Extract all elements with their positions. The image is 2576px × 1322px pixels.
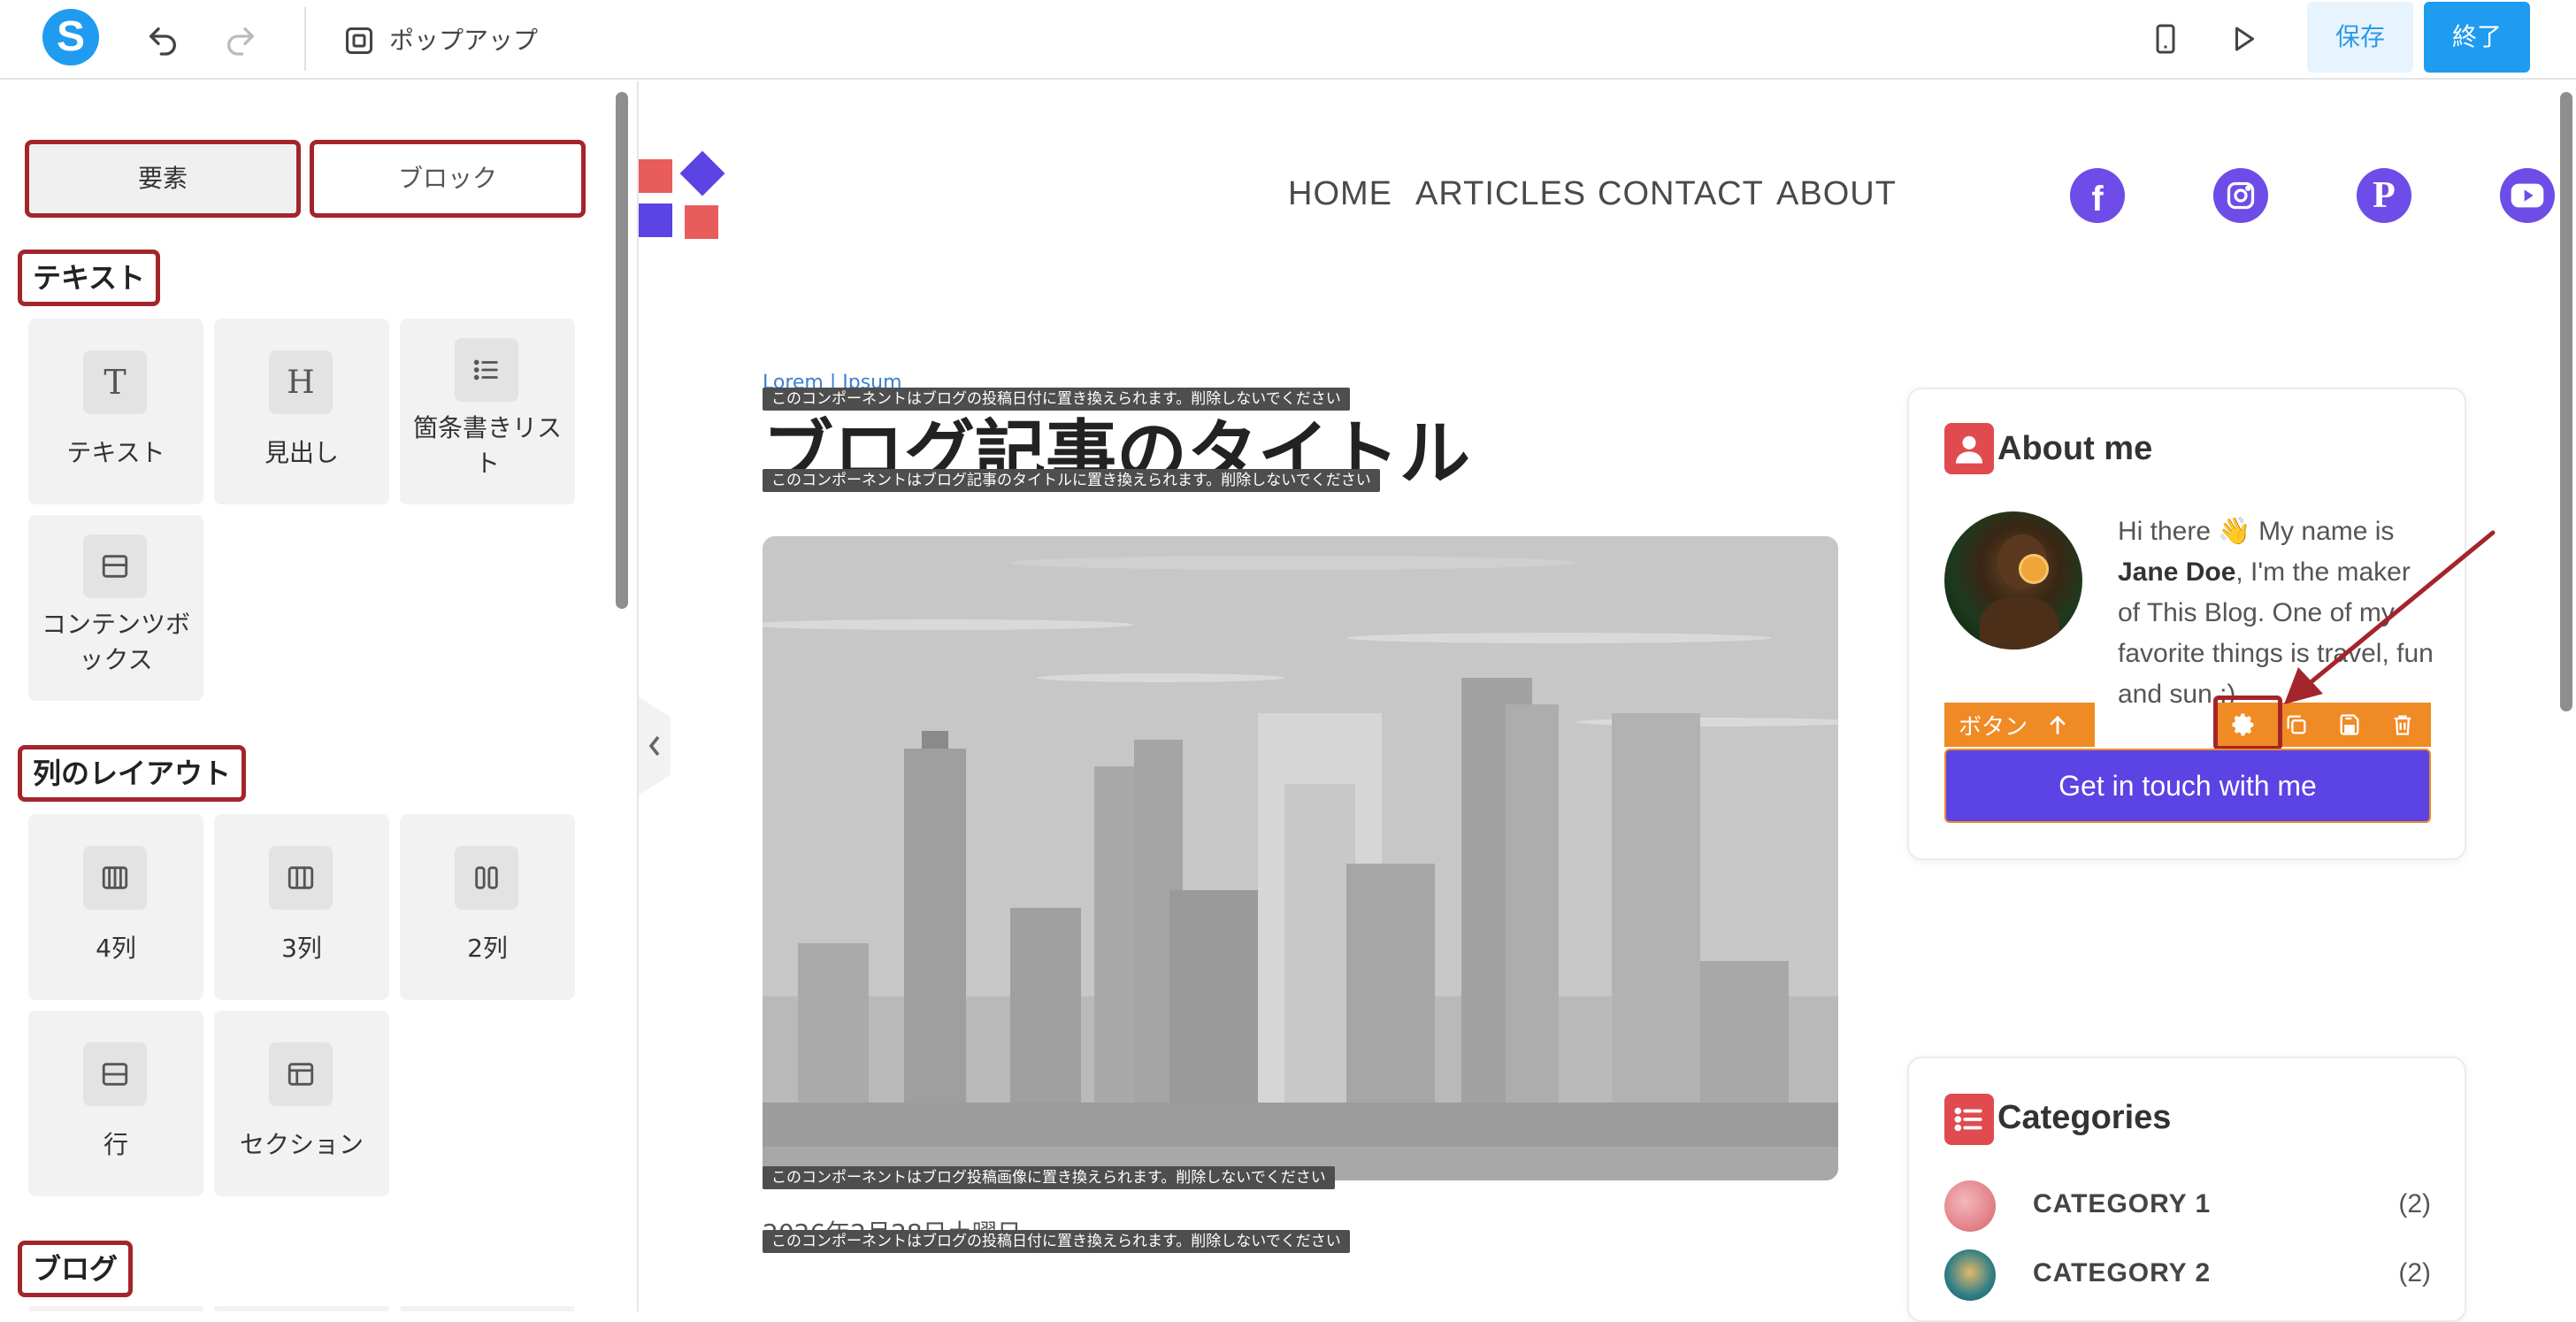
sidebar-scrollbar[interactable] bbox=[616, 92, 628, 609]
tile-heading[interactable]: H 見出し bbox=[214, 319, 389, 504]
tile-label: 行 bbox=[103, 1130, 128, 1159]
about-title: About me bbox=[1997, 430, 2153, 467]
section-heading-blog: ブログ bbox=[18, 1241, 134, 1297]
top-toolbar: S ポップアップ 保存 終了 bbox=[0, 0, 2576, 80]
get-in-touch-button[interactable]: Get in touch with me bbox=[1944, 749, 2431, 823]
placeholder-tag-date-bottom: このコンポーネントはブログの投稿日付に置き換えられます。削除しないでください bbox=[763, 1230, 1350, 1253]
nav-home[interactable]: HOME bbox=[1288, 175, 1392, 213]
redo-icon[interactable] bbox=[219, 19, 262, 62]
tile-label: テキスト bbox=[66, 438, 165, 467]
category-name: CATEGORY 1 bbox=[2033, 1189, 2212, 1218]
tile-bullet-list[interactable]: 箇条書きリスト bbox=[400, 319, 575, 504]
nav-contact[interactable]: CONTACT bbox=[1598, 175, 1764, 213]
categories-title: Categories bbox=[1997, 1099, 2172, 1136]
text-icon: T bbox=[83, 350, 147, 414]
section-heading-layout: 列のレイアウト bbox=[18, 745, 247, 802]
section-icon bbox=[269, 1042, 333, 1106]
site-logo[interactable] bbox=[639, 150, 727, 241]
post-hero-image[interactable] bbox=[763, 536, 1838, 1180]
save-button[interactable]: 保存 bbox=[2307, 2, 2413, 73]
tile-blog-partial[interactable] bbox=[214, 1306, 389, 1311]
tile-label: 4列 bbox=[96, 934, 136, 963]
chevron-left-icon bbox=[648, 735, 660, 757]
tile-label: コンテンツボックス bbox=[41, 610, 190, 674]
heading-icon: H bbox=[269, 350, 333, 414]
tab-blocks[interactable]: ブロック bbox=[310, 140, 586, 218]
tile-label: セクション bbox=[239, 1130, 364, 1159]
category-item[interactable]: CATEGORY 1 (2) bbox=[1944, 1180, 2431, 1234]
play-icon[interactable] bbox=[2222, 18, 2265, 60]
nav-about[interactable]: ABOUT bbox=[1776, 175, 1897, 213]
element-type-label: ボタン bbox=[1959, 713, 2028, 741]
three-columns-icon bbox=[269, 846, 333, 910]
popup-label[interactable]: ポップアップ bbox=[389, 21, 538, 57]
undo-icon[interactable] bbox=[142, 19, 184, 62]
tile-label: 箇条書きリスト bbox=[412, 413, 562, 478]
popup-icon[interactable] bbox=[340, 21, 379, 60]
section-heading-text: テキスト bbox=[18, 250, 161, 306]
element-toolbar-label[interactable]: ボタン bbox=[1944, 703, 2095, 747]
list-icon bbox=[1944, 1094, 1994, 1145]
nav-articles[interactable]: ARTICLES bbox=[1415, 175, 1586, 213]
tile-2-columns[interactable]: 2列 bbox=[400, 814, 575, 1000]
facebook-icon[interactable]: f bbox=[2070, 168, 2125, 223]
tab-elements[interactable]: 要素 bbox=[25, 140, 301, 218]
category-item[interactable]: CATEGORY 2 (2) bbox=[1944, 1249, 2431, 1303]
placeholder-tag-title: このコンポーネントはブログ記事のタイトルに置き換えられます。削除しないでください bbox=[763, 469, 1380, 492]
tile-3-columns[interactable]: 3列 bbox=[214, 814, 389, 1000]
category-thumb bbox=[1944, 1249, 1996, 1301]
category-count: (2) bbox=[2398, 1189, 2431, 1218]
arrow-up-icon[interactable] bbox=[2045, 712, 2070, 737]
bio-name: Jane Doe bbox=[2118, 557, 2236, 587]
row-icon bbox=[83, 1042, 147, 1106]
mobile-preview-icon[interactable] bbox=[2144, 18, 2187, 60]
avatar bbox=[1944, 511, 2082, 649]
user-icon bbox=[1944, 423, 1994, 474]
list-icon bbox=[455, 338, 518, 402]
tile-row[interactable]: 行 bbox=[28, 1011, 203, 1196]
app-logo[interactable]: S bbox=[42, 9, 99, 65]
tile-label: 見出し bbox=[264, 438, 339, 467]
canvas-scrollbar[interactable] bbox=[2560, 92, 2572, 711]
four-columns-icon bbox=[83, 846, 147, 910]
annotation-arrow bbox=[2284, 530, 2496, 704]
placeholder-tag-image: このコンポーネントはブログ投稿画像に置き換えられます。削除しないでください bbox=[763, 1166, 1335, 1189]
instagram-icon[interactable] bbox=[2213, 168, 2268, 223]
tile-content-box[interactable]: コンテンツボックス bbox=[28, 515, 203, 701]
toolbar-divider bbox=[304, 7, 306, 71]
category-count: (2) bbox=[2398, 1258, 2431, 1287]
tile-label: 3列 bbox=[281, 934, 322, 963]
category-thumb bbox=[1944, 1180, 1996, 1232]
exit-button[interactable]: 終了 bbox=[2424, 2, 2530, 73]
tile-section[interactable]: セクション bbox=[214, 1011, 389, 1196]
content-box-icon bbox=[83, 534, 147, 598]
tile-label: 2列 bbox=[467, 934, 508, 963]
pinterest-icon[interactable]: P bbox=[2357, 168, 2411, 223]
two-columns-icon bbox=[455, 846, 518, 910]
tile-4-columns[interactable]: 4列 bbox=[28, 814, 203, 1000]
tile-blog-partial[interactable] bbox=[28, 1306, 203, 1311]
tile-text[interactable]: T テキスト bbox=[28, 319, 203, 504]
youtube-icon[interactable] bbox=[2500, 168, 2555, 223]
tile-blog-partial[interactable] bbox=[400, 1306, 575, 1311]
category-name: CATEGORY 2 bbox=[2033, 1258, 2212, 1287]
